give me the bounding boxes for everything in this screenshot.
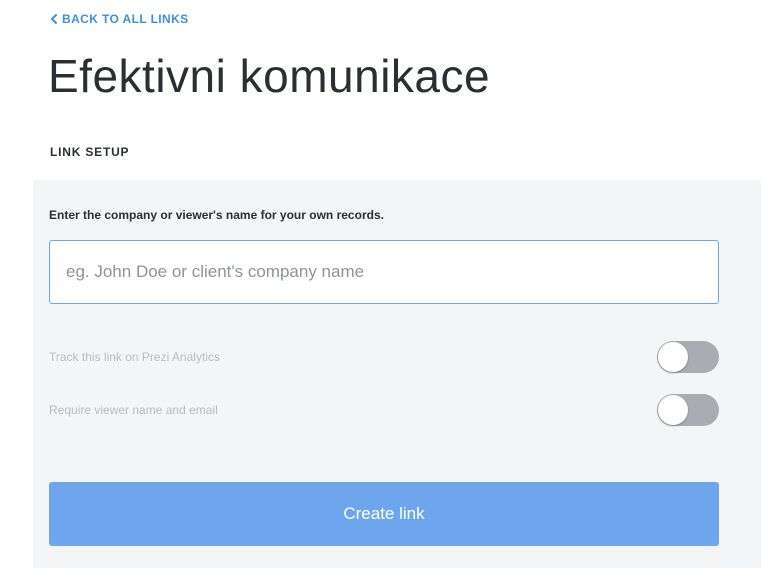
toggle-knob — [658, 342, 688, 372]
toggle-label-track-analytics: Track this link on Prezi Analytics — [49, 350, 220, 364]
name-input[interactable] — [49, 240, 719, 304]
chevron-left-icon — [50, 14, 58, 24]
require-viewer-info-toggle[interactable] — [657, 394, 719, 426]
page-title: Efektivni komunikace — [48, 50, 491, 102]
link-setup-panel: Enter the company or viewer's name for y… — [33, 180, 761, 568]
create-link-button[interactable]: Create link — [49, 482, 719, 546]
back-link-label: BACK TO ALL LINKS — [62, 12, 189, 26]
toggle-knob — [658, 395, 688, 425]
toggle-label-require-viewer-info: Require viewer name and email — [49, 403, 218, 417]
back-to-all-links-link[interactable]: BACK TO ALL LINKS — [50, 11, 189, 27]
link-setup-page: BACK TO ALL LINKS Efektivni komunikace L… — [0, 0, 761, 568]
toggle-row-require-viewer-info: Require viewer name and email — [49, 393, 719, 427]
track-analytics-toggle[interactable] — [657, 341, 719, 373]
section-heading: LINK SETUP — [50, 145, 130, 159]
name-field-label: Enter the company or viewer's name for y… — [49, 208, 384, 222]
toggle-row-track-analytics: Track this link on Prezi Analytics — [49, 340, 719, 374]
